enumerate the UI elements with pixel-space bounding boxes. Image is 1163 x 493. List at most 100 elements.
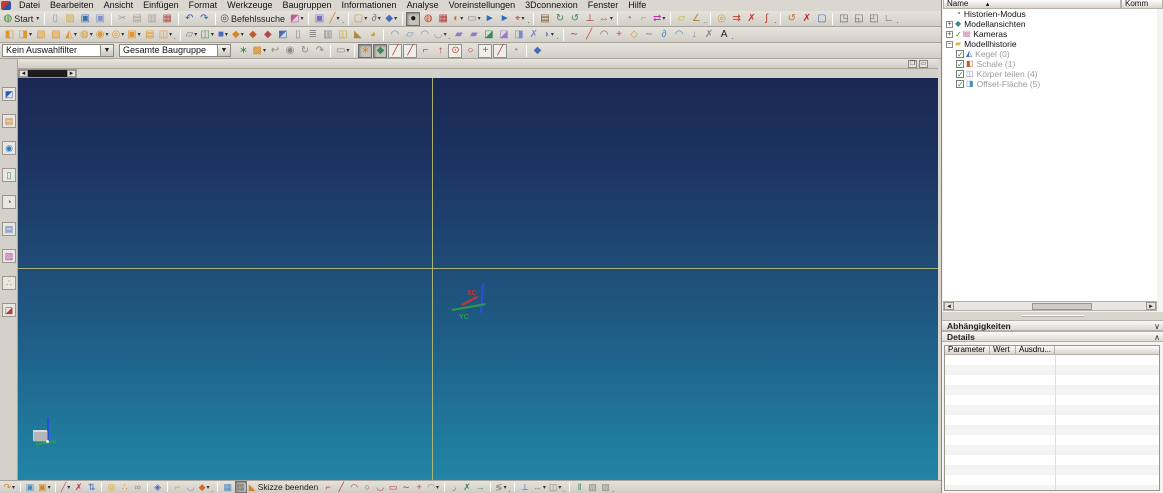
auto-dimension-button[interactable]: ↔ ▾: [532, 481, 547, 493]
boss-button[interactable]: ◎ ▾: [110, 28, 125, 42]
sphere-feature-button[interactable]: ◍ ▾: [79, 28, 94, 42]
tree-item-modellansichten[interactable]: + ◆ Modellansichten: [943, 19, 1157, 29]
dependencies-section-header[interactable]: Abhängigkeiten ∨: [942, 320, 1163, 331]
wireframe-cube-button[interactable]: ▦: [436, 12, 450, 26]
new-file-button[interactable]: ▯: [48, 12, 62, 26]
dropdown-arrow-icon[interactable]: ▾: [346, 47, 349, 54]
orient-view-sketch-button[interactable]: ⇅: [86, 481, 98, 493]
toolbar-overflow-icon[interactable]: .: [704, 16, 706, 25]
shaded-view-button[interactable]: ●: [406, 11, 421, 26]
tree-item-modellhistorie[interactable]: − ▰ Modellhistorie: [943, 39, 1157, 49]
auto-constrain-button[interactable]: ▨: [600, 481, 612, 493]
sheet-corner1-button[interactable]: ◳: [837, 12, 851, 26]
save-as-button[interactable]: ▣: [93, 12, 107, 26]
section-curve-button[interactable]: ʃ: [760, 12, 774, 26]
mirror-feature-button[interactable]: ◫: [336, 28, 350, 42]
pan-select-button[interactable]: ↷: [313, 44, 327, 58]
show-all-constraints-button[interactable]: ▧: [587, 481, 599, 493]
tree-expander-icon[interactable]: +: [946, 20, 953, 28]
scroll-left-icon[interactable]: ◄: [944, 302, 954, 310]
graphics-window-titlebar[interactable]: ❐ ▭: [18, 59, 938, 69]
chain-link-button[interactable]: ∞: [132, 481, 144, 493]
block-button[interactable]: ▧: [34, 28, 48, 42]
i-form-button[interactable]: ◗ ▾: [542, 28, 556, 42]
toolbar-overflow-icon[interactable]: .: [896, 16, 898, 25]
dropdown-arrow-icon[interactable]: ▾: [105, 31, 108, 38]
snapshot-button[interactable]: ▣: [313, 12, 327, 26]
measure-distance-button[interactable]: ▱: [674, 12, 688, 26]
tree-item-kegel[interactable]: ✓ ◭ Kegel (0): [943, 49, 1157, 59]
trimmed-sheet-button[interactable]: ◪: [497, 28, 511, 42]
reattach-button[interactable]: ✗: [73, 481, 85, 493]
open-file-button[interactable]: ▨: [63, 12, 77, 26]
process-studio-tab[interactable]: ▤: [2, 222, 16, 236]
project-curve-button[interactable]: ↓: [687, 28, 701, 42]
through-curves-button[interactable]: ◠: [388, 28, 402, 42]
dropdown-arrow-icon[interactable]: ▾: [74, 31, 77, 38]
menu-item-hilfe[interactable]: Hilfe: [623, 0, 651, 11]
chevron-down-icon[interactable]: ▼: [100, 45, 113, 56]
scrollbar-track[interactable]: [28, 70, 67, 77]
solid-block-button[interactable]: ■ ▾: [216, 28, 230, 42]
extrude-button[interactable]: ◧: [3, 28, 17, 42]
tree-item-offset-flaeche[interactable]: ✓ ◨ Offset-Fläche (5): [943, 79, 1157, 89]
snap-enable-button[interactable]: ∗: [358, 43, 373, 58]
command-finder-button[interactable]: ◎ Befehlssuche: [219, 12, 288, 26]
helix-button[interactable]: ∼: [642, 28, 656, 42]
dropdown-arrow-icon[interactable]: ▾: [194, 31, 197, 38]
key-lock-button[interactable]: ⌐: [172, 481, 184, 493]
sketch-grid-snap-button[interactable]: ▦: [234, 481, 247, 493]
part-navigator-tab[interactable]: ▤: [2, 114, 16, 128]
dropdown-arrow-icon[interactable]: ▾: [90, 31, 93, 38]
menu-item-3dconnexion[interactable]: 3Dconnexion: [520, 0, 583, 11]
horizontal-scrollbar[interactable]: ◄ ►: [18, 69, 77, 78]
selection-refresh-button[interactable]: ∗: [237, 44, 251, 58]
arc-curve-button[interactable]: ◠: [597, 28, 611, 42]
toolbar-overflow-icon[interactable]: .: [732, 32, 734, 41]
feature-checkbox[interactable]: ✓: [956, 50, 964, 59]
intersection-curve-button[interactable]: ✗: [702, 28, 716, 42]
dropdown-arrow-icon[interactable]: ▾: [444, 31, 447, 38]
tree-expander-icon[interactable]: +: [946, 30, 953, 38]
gem-button[interactable]: ◈: [152, 481, 164, 493]
dropdown-arrow-icon[interactable]: ▾: [543, 484, 546, 491]
part-body[interactable]: [33, 430, 47, 441]
panel-splitter[interactable]: [942, 312, 1163, 320]
analysis-info-button[interactable]: ◎: [715, 12, 729, 26]
save-button[interactable]: ▣: [78, 12, 92, 26]
sketch-group-button[interactable]: ∴: [119, 481, 131, 493]
make-symmetric-button[interactable]: ◫ ▾: [548, 481, 563, 493]
tree-horizontal-scrollbar[interactable]: ◄ ►: [943, 301, 1157, 311]
snap-magnet-button[interactable]: ◆: [373, 43, 388, 58]
sketch-grid-button[interactable]: ▦: [222, 481, 234, 493]
zoom-find-button[interactable]: ◎: [106, 481, 118, 493]
dropdown-arrow-icon[interactable]: ▾: [211, 31, 214, 38]
torch-button[interactable]: ◆ ▾: [198, 481, 211, 493]
display-cube-button[interactable]: ◆ ▾: [384, 12, 398, 26]
solid-body-select-button[interactable]: ◆: [530, 44, 544, 58]
history-tab[interactable]: ◔: [2, 195, 16, 209]
pad-button[interactable]: ▤: [143, 28, 157, 42]
layer-settings-button[interactable]: ▤: [538, 12, 552, 26]
key-button[interactable]: ⌐: [637, 12, 651, 26]
menu-item-datei[interactable]: Datei: [14, 0, 45, 11]
ruled-surface-button[interactable]: ▱: [403, 28, 417, 42]
dropdown-arrow-icon[interactable]: ▾: [29, 31, 32, 38]
details-column-ausdruck[interactable]: Ausdru... ▲: [1016, 346, 1055, 362]
dropdown-arrow-icon[interactable]: ▾: [394, 15, 397, 22]
measure-angle-button[interactable]: ∠: [689, 12, 703, 26]
point-curve-button[interactable]: +: [612, 28, 626, 42]
undo-button[interactable]: ↶: [182, 12, 196, 26]
corner-l-button[interactable]: ∟: [882, 12, 896, 26]
comb-analysis-button[interactable]: ✗: [745, 12, 759, 26]
curve-display-button[interactable]: ∂ ▾: [369, 12, 383, 26]
dropdown-arrow-icon[interactable]: ▾: [610, 15, 613, 22]
add-sketch-button[interactable]: ▣ ▾: [37, 481, 52, 493]
show-constraints-button[interactable]: ‖: [574, 481, 586, 493]
tree-item-koerper-teilen[interactable]: ✓ ◫ Körper teilen (4): [943, 69, 1157, 79]
sketch-arc2-button[interactable]: ◡: [374, 481, 386, 493]
polygon-button[interactable]: ◇: [627, 28, 641, 42]
selection-filter-select[interactable]: Kein Auswahlfilter ▼: [2, 44, 114, 57]
menu-item-ansicht[interactable]: Ansicht: [99, 0, 139, 11]
subtract-button[interactable]: ◆: [246, 28, 260, 42]
